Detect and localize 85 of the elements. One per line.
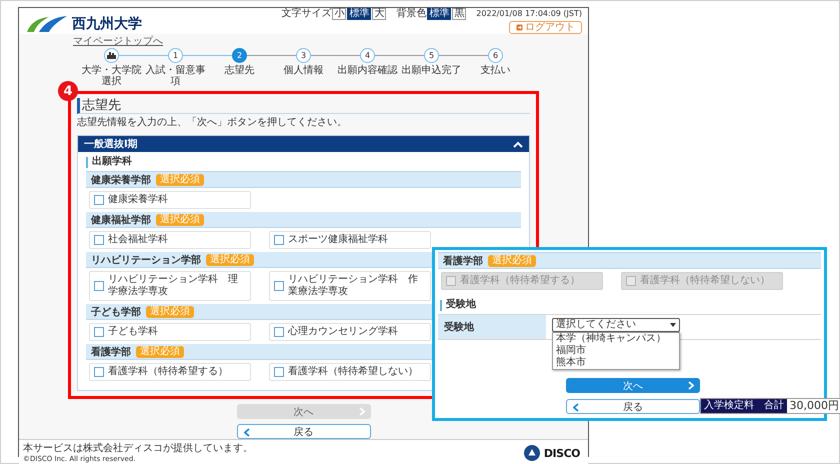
- dropdown-option[interactable]: 熊本市: [553, 357, 679, 369]
- checkbox-option[interactable]: 子ども学科: [89, 323, 251, 341]
- checkbox-option: 看護学科（特待希望する）: [441, 272, 603, 290]
- page-title: 志望先: [77, 98, 530, 114]
- checkbox-option: 看護学科（特待希望しない）: [621, 272, 783, 290]
- step-circle: 2: [232, 48, 247, 63]
- step-label: 出願申込完了: [400, 65, 462, 76]
- checkbox[interactable]: [274, 327, 284, 337]
- checkbox-option[interactable]: スポーツ健康福祉学科: [269, 231, 431, 249]
- font-size-option[interactable]: 小: [332, 8, 346, 20]
- required-badge: 選択必須: [206, 254, 254, 266]
- group-title: 子ども学部: [91, 306, 141, 318]
- required-badge: 選択必須: [488, 254, 536, 266]
- group-title: 健康福祉学部: [91, 214, 151, 226]
- service-notice: 本サービスは株式会社ディスコが提供しています。: [23, 443, 253, 454]
- panel-header[interactable]: 一般選抜I期: [78, 136, 529, 152]
- brand-name: DISCO: [544, 446, 580, 460]
- step-circle: 3: [296, 48, 311, 63]
- checkbox[interactable]: [94, 235, 104, 245]
- back-button[interactable]: 戻る: [236, 424, 370, 439]
- required-badge: 選択必須: [156, 214, 204, 226]
- chevron-right-icon: [358, 407, 364, 416]
- dropdown-option[interactable]: 福岡市: [553, 345, 679, 357]
- step-circle: 6: [488, 48, 503, 63]
- chevron-up-icon[interactable]: [513, 140, 523, 148]
- color-scheme-label: 背景色: [396, 8, 426, 20]
- step-number-badge: 4: [58, 81, 78, 101]
- chevron-right-icon: [688, 381, 694, 390]
- field-label: 受験地: [438, 315, 546, 339]
- checkbox-option[interactable]: 看護学科（特待希望しない）: [269, 363, 431, 381]
- group-title: リハビリテーション学部: [91, 254, 201, 266]
- building-icon: [107, 52, 116, 59]
- step-label: 個人情報: [282, 65, 324, 76]
- group-title: 看護学部: [443, 254, 483, 268]
- section-title: 出願学科: [86, 156, 521, 168]
- color-scheme-option[interactable]: 黒: [452, 8, 466, 20]
- checkbox-option[interactable]: リハビリテーション学科 理学療法学専攻: [89, 271, 251, 301]
- breadcrumb-link[interactable]: マイページトップへ: [73, 36, 163, 47]
- checkbox-option[interactable]: 心理カウンセリング学科: [269, 323, 431, 341]
- university-name[interactable]: 西九州大学: [72, 15, 142, 33]
- step-label: 入試・留意事項: [144, 65, 206, 87]
- chevron-left-icon: [573, 403, 579, 412]
- group-title: 看護学部: [91, 346, 131, 358]
- step-circle: 5: [424, 48, 439, 63]
- fee-label: 入学検定料 合計: [701, 399, 787, 413]
- checkbox[interactable]: [94, 327, 104, 337]
- group-title: 健康栄養学部: [91, 174, 151, 186]
- next-button[interactable]: 次へ: [566, 378, 700, 393]
- datetime: 2022/01/08 17:04:09 (JST): [476, 8, 582, 20]
- required-badge: 選択必須: [136, 346, 184, 358]
- font-size-option[interactable]: 大: [372, 8, 386, 20]
- font-size-label: 文字サイズ: [281, 8, 332, 20]
- required-badge: 選択必須: [146, 306, 194, 318]
- select-field[interactable]: 選択してください: [552, 318, 680, 332]
- step-circle: 4: [360, 48, 375, 63]
- step-circle: 1: [168, 48, 183, 63]
- checkbox-option[interactable]: リハビリテーション学科 作業療法学専攻: [269, 271, 431, 301]
- checkbox-option[interactable]: 社会福祉学科: [89, 231, 251, 249]
- dropdown-arrow-icon: [670, 323, 676, 327]
- required-badge: 選択必須: [156, 174, 204, 186]
- checkbox[interactable]: [94, 367, 104, 377]
- step-label: 志望先: [224, 65, 256, 76]
- logout-icon: [516, 24, 523, 31]
- swoosh-logo-icon: [25, 14, 69, 34]
- step-label: 支払い: [480, 65, 512, 76]
- triangle-circle-icon: [524, 445, 540, 461]
- next-button: 次へ: [236, 404, 370, 419]
- instruction-text: 志望先情報を入力の上、「次へ」ボタンを押してください。: [77, 117, 348, 129]
- chevron-left-icon: [244, 428, 250, 437]
- section-title: 受験地: [440, 299, 821, 311]
- step-label: 大学・大学院選択: [80, 65, 142, 87]
- checkbox[interactable]: [274, 281, 284, 291]
- dropdown-option[interactable]: 本学（神埼キャンパス）: [553, 333, 679, 345]
- back-button[interactable]: 戻る: [566, 399, 700, 414]
- checkbox[interactable]: [94, 195, 104, 205]
- checkbox-option[interactable]: 看護学科（特待希望する）: [89, 363, 251, 381]
- fee-amount: 30,000円: [787, 399, 840, 413]
- panel-title: 一般選抜I期: [84, 138, 138, 151]
- checkbox[interactable]: [274, 235, 284, 245]
- checkbox[interactable]: [274, 367, 284, 377]
- font-size-option[interactable]: 標準: [347, 8, 372, 20]
- checkbox[interactable]: [94, 281, 104, 291]
- step-label: 出願内容確認: [336, 65, 398, 76]
- color-scheme-option[interactable]: 標準: [427, 8, 452, 20]
- checkbox-option[interactable]: 健康栄養学科: [89, 191, 251, 209]
